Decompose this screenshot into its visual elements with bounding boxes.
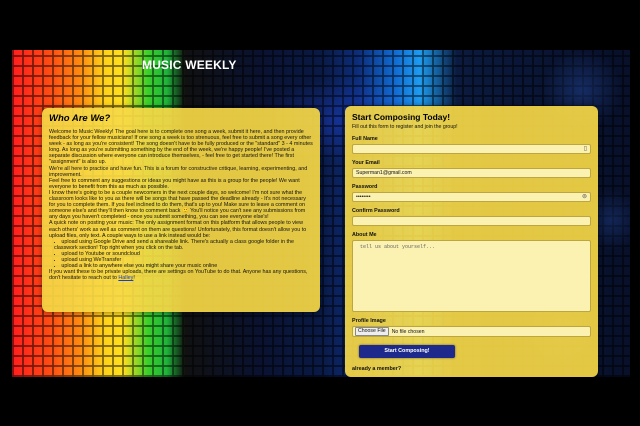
- closing-text: If you want these to be private uploads,…: [49, 269, 308, 282]
- screen: MUSIC WEEKLY Who Are We? Welcome to Musi…: [0, 0, 640, 426]
- email-value: Superman1@gmail.com: [356, 170, 412, 176]
- start-composing-button[interactable]: Start Composing!: [359, 345, 455, 358]
- site-title: MUSIC WEEKLY: [142, 58, 237, 72]
- confirm-password-label: Confirm Password: [352, 208, 400, 214]
- password-input[interactable]: •••••••• ⊚: [352, 192, 591, 202]
- page-background: MUSIC WEEKLY Who Are We? Welcome to Musi…: [12, 50, 630, 377]
- profile-image-label: Profile Image: [352, 318, 386, 324]
- contact-link[interactable]: Halley: [118, 275, 133, 281]
- about-panel: Who Are We? Welcome to Music Weekly! The…: [42, 108, 320, 312]
- confirm-password-input[interactable]: [352, 216, 591, 226]
- form-heading: Start Composing Today!: [352, 112, 451, 122]
- contact-card-icon: ▯: [583, 146, 587, 152]
- about-closing: If you want these to be private uploads,…: [49, 269, 313, 281]
- upload-options-list: upload using Google Drive and send a sha…: [49, 239, 313, 269]
- password-label: Password: [352, 184, 378, 190]
- full-name-input[interactable]: ▯: [352, 144, 591, 154]
- closing-end: !: [133, 275, 135, 282]
- about-paragraph: Welcome to Music Weekly! The goal here i…: [49, 129, 313, 166]
- email-label: Your Email: [352, 160, 380, 166]
- file-status: No file chosen: [391, 328, 425, 335]
- email-input[interactable]: Superman1@gmail.com: [352, 168, 591, 178]
- profile-image-input[interactable]: Choose File No file chosen: [352, 326, 591, 337]
- list-item: upload using Google Drive and send a sha…: [54, 239, 313, 251]
- about-me-textarea[interactable]: tell us about yourself...: [352, 240, 591, 312]
- full-name-label: Full Name: [352, 136, 378, 142]
- form-subheading: Fill out this form to register and join …: [352, 124, 458, 130]
- about-heading: Who Are We?: [49, 113, 111, 124]
- registration-form: Start Composing Today! Fill out this for…: [345, 106, 598, 377]
- about-paragraph: I know there's going to be a couple newc…: [49, 189, 306, 221]
- password-value: ••••••••: [356, 194, 371, 200]
- choose-file-button[interactable]: Choose File: [355, 327, 389, 336]
- about-paragraph: We're all here to practice and have fun.…: [49, 165, 308, 178]
- about-me-label: About Me: [352, 232, 377, 238]
- member-link[interactable]: already a member?: [352, 366, 591, 372]
- about-body: Welcome to Music Weekly! The goal here i…: [49, 129, 313, 281]
- about-paragraph: A quick note on posting your music: The …: [49, 220, 307, 239]
- key-icon[interactable]: ⊚: [582, 193, 587, 201]
- about-paragraph: Feel free to comment any suggestions or …: [49, 177, 300, 190]
